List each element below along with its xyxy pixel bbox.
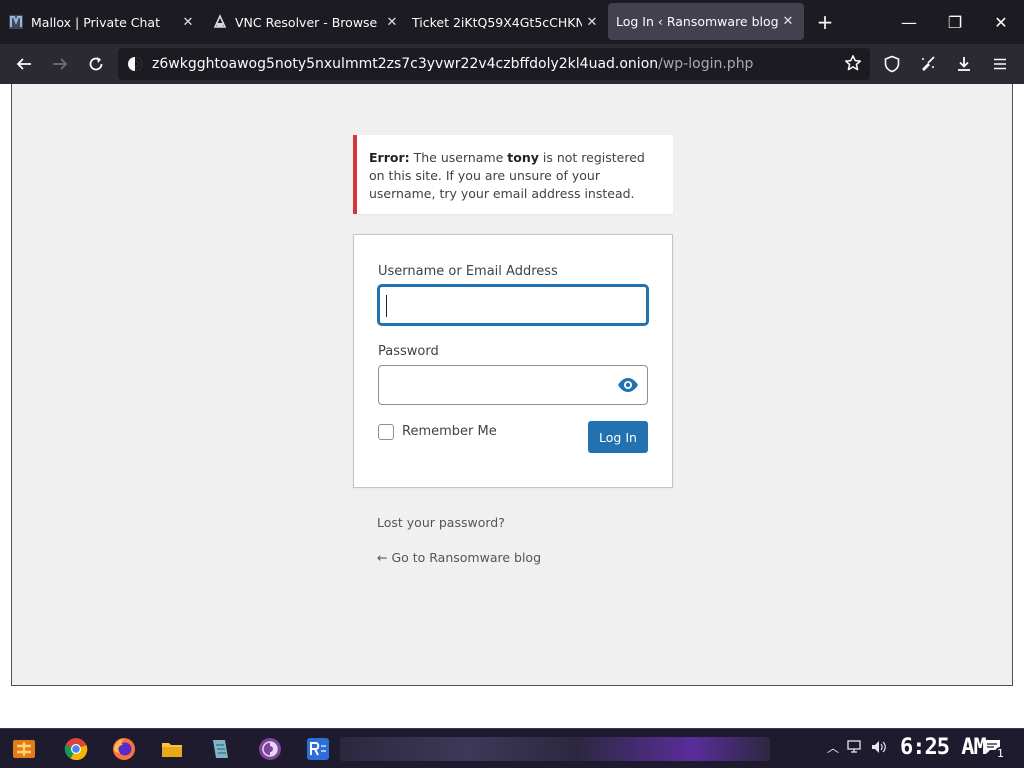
menu-button[interactable]: [986, 50, 1014, 78]
username-label: Username or Email Address: [378, 264, 558, 279]
new-identity-button[interactable]: [914, 50, 942, 78]
minimize-button[interactable]: —: [886, 0, 932, 44]
tab-close-icon[interactable]: ✕: [178, 12, 198, 32]
downloads-button[interactable]: [950, 50, 978, 78]
tab-ticket[interactable]: Ticket 2iKtQ59X4Gt5cCHKNU3 ✕: [412, 0, 602, 44]
star-icon: [844, 55, 862, 71]
shield-icon: [884, 55, 900, 73]
arrow-left-icon: [16, 58, 31, 70]
url-bar[interactable]: z6wkgghtoawog5noty5nxulmmt2zs7c3yvwr22v4…: [118, 48, 870, 80]
mallox-favicon-icon: [8, 14, 24, 30]
taskbar: ︿ 6:25 AM 1: [0, 728, 1024, 768]
username-input[interactable]: [378, 285, 648, 325]
tor-browser-icon[interactable]: [256, 735, 284, 763]
nav-bar: z6wkgghtoawog5noty5nxulmmt2zs7c3yvwr22v4…: [0, 44, 1024, 84]
reload-button[interactable]: [82, 50, 110, 78]
file-explorer-icon[interactable]: [158, 735, 186, 763]
back-to-blog-link[interactable]: ← Go to Ransomware blog: [377, 550, 541, 565]
login-button[interactable]: Log In: [588, 421, 648, 453]
remember-me-checkbox[interactable]: [378, 424, 394, 440]
download-icon: [958, 57, 970, 71]
lost-password-link[interactable]: Lost your password?: [377, 515, 505, 530]
onion-site-icon: [128, 57, 142, 71]
screen: Mallox | Private Chat ✕ VNC Resolver - B…: [0, 0, 1024, 768]
back-button[interactable]: [10, 50, 38, 78]
taskbar-decoration: [340, 737, 770, 761]
close-window-button[interactable]: ✕: [978, 0, 1024, 44]
taskbar-clock[interactable]: 6:25 AM: [900, 735, 987, 760]
tab-vnc-resolver[interactable]: VNC Resolver - Browse ✕: [212, 0, 402, 44]
remote-desktop-icon[interactable]: [304, 735, 332, 763]
vnc-favicon-icon: [212, 14, 228, 30]
tab-close-icon[interactable]: ✕: [582, 12, 602, 32]
shield-button[interactable]: [878, 50, 906, 78]
restore-button[interactable]: ❐: [932, 0, 978, 44]
start-menu-icon[interactable]: [10, 735, 38, 763]
tab-close-icon[interactable]: ✕: [778, 12, 798, 32]
tab-bar: Mallox | Private Chat ✕ VNC Resolver - B…: [0, 0, 1024, 44]
hamburger-menu-icon: [994, 58, 1006, 70]
page-viewport: Error: The username tony is not register…: [11, 84, 1013, 686]
error-prefix: Error:: [369, 150, 410, 165]
tab-title: Ticket 2iKtQ59X4Gt5cCHKNU3: [412, 14, 582, 30]
password-label: Password: [378, 344, 439, 359]
text-caret: [386, 295, 387, 317]
url-path: /wp-login.php: [658, 56, 754, 72]
password-input[interactable]: [378, 365, 648, 405]
chrome-icon[interactable]: [62, 735, 90, 763]
url-host: z6wkgghtoawog5noty5nxulmmt2zs7c3yvwr22v4…: [152, 56, 659, 72]
tab-close-icon[interactable]: ✕: [382, 12, 402, 32]
notification-center-icon[interactable]: 1: [982, 738, 1006, 760]
error-text-1: The username: [409, 150, 508, 165]
tab-title: Log In ‹ Ransomware blog —: [616, 14, 778, 29]
remember-me-label[interactable]: Remember Me: [402, 424, 497, 439]
tray-overflow-chevron-icon[interactable]: ︿: [827, 739, 839, 756]
error-username: tony: [507, 150, 539, 165]
new-tab-button[interactable]: +: [813, 10, 837, 34]
bookmark-star-button[interactable]: [840, 50, 866, 76]
forward-button[interactable]: [46, 50, 74, 78]
tab-title: Mallox | Private Chat: [31, 14, 160, 30]
volume-icon[interactable]: [870, 739, 888, 758]
login-error-notice: Error: The username tony is not register…: [353, 135, 673, 214]
broom-icon: [922, 56, 935, 71]
arrow-right-icon: [53, 58, 68, 70]
login-form: Username or Email Address Password Remem…: [353, 234, 673, 488]
notepad-icon[interactable]: [206, 735, 234, 763]
notification-count: 1: [995, 747, 1006, 760]
tab-mallox-chat[interactable]: Mallox | Private Chat ✕: [8, 0, 198, 44]
tab-title: VNC Resolver - Browse: [235, 14, 378, 30]
tab-login-ransomware-blog[interactable]: Log In ‹ Ransomware blog — ✕: [608, 3, 804, 40]
network-icon[interactable]: [847, 739, 863, 758]
show-password-eye-icon[interactable]: [617, 376, 639, 394]
firefox-icon[interactable]: [110, 735, 138, 763]
reload-icon: [89, 57, 103, 71]
